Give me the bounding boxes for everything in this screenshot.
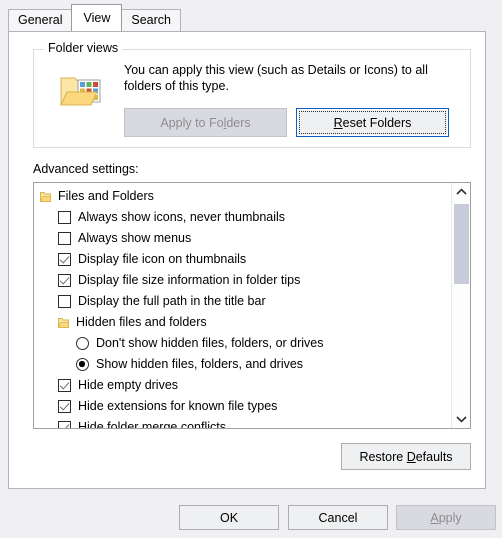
checkbox-unchecked[interactable] (58, 232, 71, 245)
tab-view[interactable]: View (71, 4, 123, 31)
dialog-footer: OK Cancel Apply (0, 496, 502, 538)
chevron-down-icon[interactable] (452, 410, 470, 428)
settings-option-label: Always show icons, never thumbnails (78, 210, 286, 224)
reset-folders-button[interactable]: Reset Folders (296, 108, 449, 137)
cancel-button[interactable]: Cancel (288, 505, 388, 530)
settings-option-row[interactable]: Display the full path in the title bar (34, 291, 451, 312)
advanced-settings-scrollbar[interactable] (451, 183, 470, 428)
settings-option-label: Show hidden files, folders, and drives (96, 357, 304, 371)
settings-option-label: Files and Folders (58, 189, 154, 203)
settings-option-label: Always show menus (78, 231, 192, 245)
advanced-settings-label: Advanced settings: (33, 162, 139, 176)
reset-folders-label: Reset Folders (333, 115, 412, 130)
settings-option-row[interactable]: Display file icon on thumbnails (34, 249, 451, 270)
advanced-settings-list: Files and Folders Always show icons, neve… (34, 183, 451, 429)
folder-icon (39, 191, 51, 203)
restore-defaults-label: Restore Defaults (359, 449, 453, 464)
settings-option-label: Hide empty drives (78, 378, 179, 392)
settings-option-row[interactable]: Hide folder merge conflicts (34, 417, 451, 429)
settings-option-row[interactable]: Hide extensions for known file types (34, 396, 451, 417)
scrollbar-thumb[interactable] (454, 204, 469, 284)
tab-strip: General View Search (8, 4, 181, 31)
checkbox-unchecked[interactable] (58, 211, 71, 224)
folder-options-dialog: General View Search Folder views You can… (0, 0, 502, 538)
settings-option-row[interactable]: Display file size information in folder … (34, 270, 451, 291)
settings-group-row[interactable]: Files and Folders (34, 186, 451, 207)
apply-to-folders-label: Apply to Folders (160, 115, 251, 130)
apply-label: Apply (430, 510, 462, 525)
checkbox-checked[interactable] (58, 421, 71, 428)
settings-option-label: Display file icon on thumbnails (78, 252, 247, 266)
advanced-settings-listbox[interactable]: Files and Folders Always show icons, neve… (33, 182, 471, 429)
settings-option-label: Display file size information in folder … (78, 273, 301, 287)
folder-views-legend: Folder views (44, 41, 123, 55)
settings-option-label: Hide folder merge conflicts (78, 420, 226, 429)
settings-option-label: Hidden files and folders (76, 315, 207, 329)
tab-general[interactable]: General (8, 9, 73, 31)
restore-defaults-button[interactable]: Restore Defaults (341, 443, 471, 470)
apply-button[interactable]: Apply (396, 505, 496, 530)
checkbox-checked[interactable] (58, 274, 71, 287)
settings-option-row[interactable]: Hide empty drives (34, 375, 451, 396)
settings-option-row[interactable]: Always show menus (34, 228, 451, 249)
checkbox-checked[interactable] (58, 379, 71, 392)
settings-option-label: Hide extensions for known file types (78, 399, 278, 413)
settings-option-row[interactable]: Always show icons, never thumbnails (34, 207, 451, 228)
settings-option-row[interactable]: Don't show hidden files, folders, or dri… (34, 333, 451, 354)
checkbox-checked[interactable] (58, 400, 71, 413)
ok-button[interactable]: OK (179, 505, 279, 530)
radio-unselected[interactable] (76, 337, 89, 350)
settings-option-row[interactable]: Show hidden files, folders, and drives (34, 354, 451, 375)
radio-selected[interactable] (76, 358, 89, 371)
checkbox-unchecked[interactable] (58, 295, 71, 308)
tab-search[interactable]: Search (121, 9, 181, 31)
folder-views-description: You can apply this view (such as Details… (124, 63, 428, 93)
checkbox-checked[interactable] (58, 253, 71, 266)
folder-thumbnails-icon (58, 72, 104, 112)
chevron-up-icon[interactable] (452, 183, 470, 201)
settings-group-row[interactable]: Hidden files and folders (34, 312, 451, 333)
tab-content-view: Folder views You can apply this view (su… (8, 31, 486, 489)
folder-views-groupbox: Folder views You can apply this view (su… (33, 41, 471, 148)
folder-icon (57, 317, 69, 329)
apply-to-folders-button[interactable]: Apply to Folders (124, 108, 287, 137)
settings-option-label: Display the full path in the title bar (78, 294, 266, 308)
settings-option-label: Don't show hidden files, folders, or dri… (96, 336, 324, 350)
